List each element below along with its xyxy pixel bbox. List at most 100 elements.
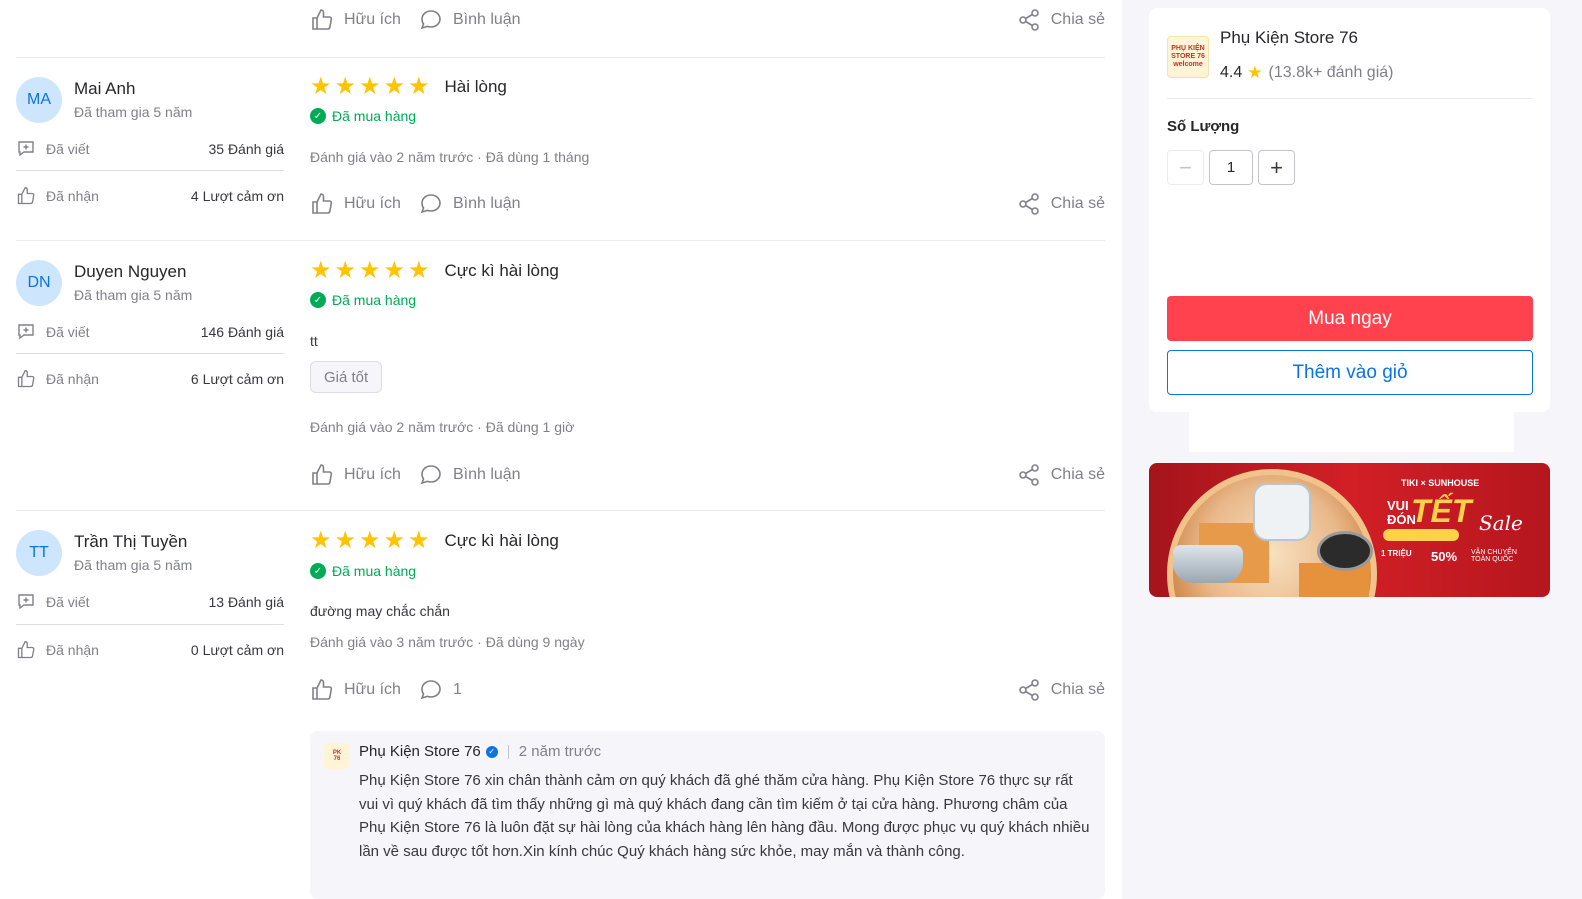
share-label: Chia sẻ [1050, 11, 1105, 28]
banner-pan-image [1317, 531, 1373, 571]
stat-received-value: 6 Lượt cảm ơn [190, 371, 284, 387]
bought-badge: ✓ Đã mua hàng [310, 108, 416, 124]
review-header: ★ ★ ★ ★ ★ Cực kì hài lòng [310, 259, 559, 283]
check-icon: ✓ [310, 108, 326, 124]
seller-logo: PK 76 [324, 743, 350, 769]
thumbs-up-icon [312, 679, 333, 700]
share-button[interactable]: Chia sẻ [1017, 463, 1105, 487]
banner-benefit-3: VẬN CHUYỂN TOÀN QUỐC [1471, 549, 1517, 563]
stat-received: Đã nhận 6 Lượt cảm ơn [16, 367, 284, 391]
banner-brand: TIKI × SUNHOUSE [1401, 478, 1480, 488]
share-button[interactable]: Chia sẻ [1017, 678, 1105, 702]
stat-received: Đã nhận 0 Lượt cảm ơn [16, 638, 284, 662]
bought-badge: ✓ Đã mua hàng [310, 292, 416, 308]
comment-icon [420, 680, 441, 700]
share-button[interactable]: Chia sẻ [1017, 8, 1105, 32]
stat-written-label: Đã viết [46, 594, 90, 610]
share-label: Chia sẻ [1050, 195, 1105, 212]
review-actions-0: Hữu ích Bình luận Chia sẻ [310, 4, 1105, 36]
stat-written: Đã viết 13 Đánh giá [16, 590, 284, 614]
star-icon: ★ [1247, 63, 1263, 82]
comment-button[interactable]: Bình luận [419, 192, 521, 216]
helpful-button[interactable]: Hữu ích [310, 678, 401, 702]
card-extension [1189, 412, 1514, 452]
comment-button[interactable]: 1 [419, 678, 462, 702]
review-header: ★ ★ ★ ★ ★ Hài lòng [310, 75, 507, 99]
review-actions: Hữu ích Bình luận Chia sẻ [310, 459, 1105, 491]
add-to-cart-button[interactable]: Thêm vào giỏ [1167, 350, 1533, 395]
review-divider [16, 510, 1105, 511]
verified-icon: ✓ [485, 745, 498, 758]
review-tag: Giá tốt [310, 361, 383, 393]
banner-chip [1383, 529, 1459, 541]
reviewer-joined: Đã tham gia 5 năm [74, 104, 193, 120]
share-button[interactable]: Chia sẻ [1017, 192, 1105, 216]
avatar: DN [16, 260, 62, 306]
stat-written-value: 35 Đánh giá [208, 141, 284, 157]
share-label: Chia sẻ [1050, 681, 1105, 698]
review-actions: Hữu ích Bình luận Chia sẻ [310, 188, 1105, 220]
review-divider [16, 57, 1105, 58]
buy-now-button[interactable]: Mua ngay [1167, 296, 1533, 341]
comment-button[interactable]: Bình luận [419, 8, 521, 32]
thumbs-up-icon [17, 640, 35, 659]
promo-banner[interactable]: TIKI × SUNHOUSE VUI ĐÓN TẾT Sale 1 TRIỆU… [1149, 463, 1550, 597]
helpful-button[interactable]: Hữu ích [310, 8, 401, 32]
review-divider [16, 240, 1105, 241]
comment-label: Bình luận [452, 195, 521, 212]
review-written-icon [18, 594, 34, 610]
helpful-button[interactable]: Hữu ích [310, 192, 401, 216]
banner-benefit-1: 1 TRIỆU [1381, 549, 1412, 558]
reviewer-joined: Đã tham gia 5 năm [74, 557, 193, 573]
review-written-icon [18, 324, 34, 340]
comment-count: 1 [452, 681, 462, 698]
check-icon: ✓ [310, 292, 326, 308]
store-rating-value: 4.4 [1220, 64, 1243, 81]
quantity-increase-button[interactable]: + [1258, 150, 1295, 185]
stat-written-label: Đã viết [46, 141, 90, 157]
reply-text: Phụ Kiện Store 76 xin chân thành cảm ơn … [359, 772, 1090, 860]
reviewer-name: Mai Anh [74, 79, 136, 98]
card-divider [1167, 98, 1532, 99]
comment-icon [420, 194, 441, 214]
review-title: Cực kì hài lòng [444, 261, 559, 280]
banner-rice-cooker-image [1253, 483, 1311, 541]
stat-received-value: 4 Lượt cảm ơn [190, 188, 284, 204]
reviewer-name: Duyen Nguyen [74, 262, 187, 281]
stat-divider [16, 170, 284, 171]
stat-written: Đã viết 146 Đánh giá [16, 320, 284, 344]
stat-received-value: 0 Lượt cảm ơn [190, 642, 284, 658]
avatar: MA [16, 77, 62, 123]
review-text: tt [310, 333, 318, 349]
stat-written-label: Đã viết [46, 324, 90, 340]
store-name[interactable]: Phụ Kiện Store 76 [1220, 28, 1358, 48]
purchase-card: PHỤ KIỆN STORE 76 welcome Phụ Kiện Store 7… [1149, 8, 1550, 412]
helpful-button[interactable]: Hữu ích [310, 463, 401, 487]
review-written-icon [18, 141, 34, 157]
star-rating: ★ ★ ★ ★ ★ [310, 73, 430, 100]
bought-label: Đã mua hàng [332, 292, 417, 308]
comment-label: Bình luận [452, 466, 521, 483]
review-meta: Đánh giá vào 2 năm trước · Đã dùng 1 giờ [310, 419, 575, 435]
stat-divider [16, 624, 284, 625]
review-title: Cực kì hài lòng [444, 531, 559, 550]
reviews-panel: Hữu ích Bình luận Chia sẻ MA Mai Anh Đã … [0, 0, 1122, 899]
store-logo[interactable]: PHỤ KIỆN STORE 76 welcome [1167, 36, 1209, 78]
share-icon [1018, 193, 1039, 215]
store-rating-count: (13.8k+ đánh giá) [1268, 64, 1394, 81]
review-header: ★ ★ ★ ★ ★ Cực kì hài lòng [310, 529, 559, 553]
quantity-decrease-button[interactable]: − [1167, 150, 1204, 185]
bought-label: Đã mua hàng [332, 563, 417, 579]
banner-benefit-2: 50% [1431, 549, 1458, 564]
avatar: TT [16, 530, 62, 576]
review-meta: Đánh giá vào 2 năm trước · Đã dùng 1 thá… [310, 149, 590, 165]
comment-button[interactable]: Bình luận [419, 463, 521, 487]
banner-sale: Sale [1479, 511, 1523, 535]
quantity-label: Số Lượng [1167, 118, 1240, 135]
quantity-input[interactable]: 1 [1209, 150, 1253, 185]
stat-written: Đã viết 35 Đánh giá [16, 137, 284, 161]
banner-tet: TẾT [1411, 493, 1472, 529]
thumbs-up-icon [312, 464, 333, 485]
store-rating: 4.4 ★ (13.8k+ đánh giá) [1220, 63, 1393, 83]
share-label: Chia sẻ [1050, 466, 1105, 483]
